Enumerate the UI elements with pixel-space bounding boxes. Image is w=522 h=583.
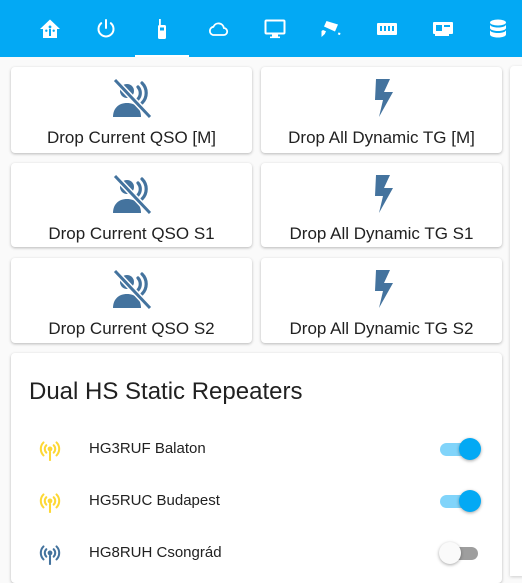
repeater-label: HG3RUF Balaton [89, 440, 206, 457]
cctv-icon [321, 20, 341, 37]
repeater-toggle[interactable] [439, 437, 481, 461]
memory-module-icon [377, 22, 397, 35]
toggle-thumb [459, 490, 481, 512]
drop-all-dynamic-tg-s1-button[interactable]: Drop All Dynamic TG S1 [261, 163, 502, 247]
cloud-outline-icon [209, 22, 229, 36]
tab-radio[interactable] [135, 0, 189, 57]
offscreen-card [510, 66, 522, 576]
power-icon [97, 18, 115, 37]
database-icon [490, 19, 506, 37]
radio-handheld-icon [158, 18, 166, 39]
repeater-toggle[interactable] [439, 489, 481, 513]
button-label: Drop All Dynamic TG S2 [289, 319, 474, 338]
drop-current-qso-s2-button[interactable]: Drop Current QSO S2 [11, 258, 252, 343]
repeater-row-hg3ruf: HG3RUF Balaton [11, 429, 503, 469]
voice-off-icon [112, 173, 152, 215]
card-title: Dual HS Static Repeaters [29, 378, 303, 405]
access-point-icon [39, 441, 61, 461]
access-point-icon [39, 493, 61, 513]
tab-expansion-card[interactable] [416, 0, 470, 57]
button-label: Drop All Dynamic TG [M] [288, 128, 475, 147]
button-label: Drop Current QSO S2 [48, 319, 215, 338]
home-assistant-icon [40, 19, 60, 38]
flash-icon [374, 270, 393, 308]
button-label: Drop Current QSO [M] [46, 128, 217, 147]
toggle-thumb [439, 542, 461, 564]
repeater-label: HG5RUC Budapest [89, 492, 220, 509]
button-label: Drop Current QSO S1 [48, 224, 215, 243]
toggle-thumb [459, 438, 481, 460]
voice-off-icon [112, 77, 152, 119]
top-toolbar [0, 0, 522, 57]
voice-off-icon [112, 268, 152, 310]
tab-power[interactable] [79, 0, 133, 57]
drop-current-qso-m-button[interactable]: Drop Current QSO [M] [11, 67, 252, 153]
repeater-row-hg5ruc: HG5RUC Budapest [11, 481, 503, 521]
tab-cloud[interactable] [191, 0, 245, 57]
expansion-card-icon [433, 21, 453, 36]
drop-all-dynamic-tg-s2-button[interactable]: Drop All Dynamic TG S2 [261, 258, 502, 343]
flash-icon [374, 79, 393, 117]
tab-memory[interactable] [360, 0, 414, 57]
tab-database[interactable] [471, 0, 522, 57]
repeater-label: HG8RUH Csongrád [89, 544, 222, 561]
monitor-icon [264, 19, 286, 38]
repeater-toggle[interactable] [439, 541, 481, 565]
flash-icon [374, 175, 393, 213]
repeaters-card: Dual HS Static Repeaters HG3RUF Balaton … [11, 353, 502, 583]
tab-monitor[interactable] [248, 0, 302, 57]
drop-all-dynamic-tg-m-button[interactable]: Drop All Dynamic TG [M] [261, 67, 502, 153]
tab-cctv[interactable] [304, 0, 358, 57]
repeater-row-hg8ruh: HG8RUH Csongrád [11, 533, 503, 573]
drop-current-qso-s1-button[interactable]: Drop Current QSO S1 [11, 163, 252, 247]
button-label: Drop All Dynamic TG S1 [289, 224, 474, 243]
tab-home[interactable] [23, 0, 77, 57]
access-point-icon [39, 545, 61, 565]
